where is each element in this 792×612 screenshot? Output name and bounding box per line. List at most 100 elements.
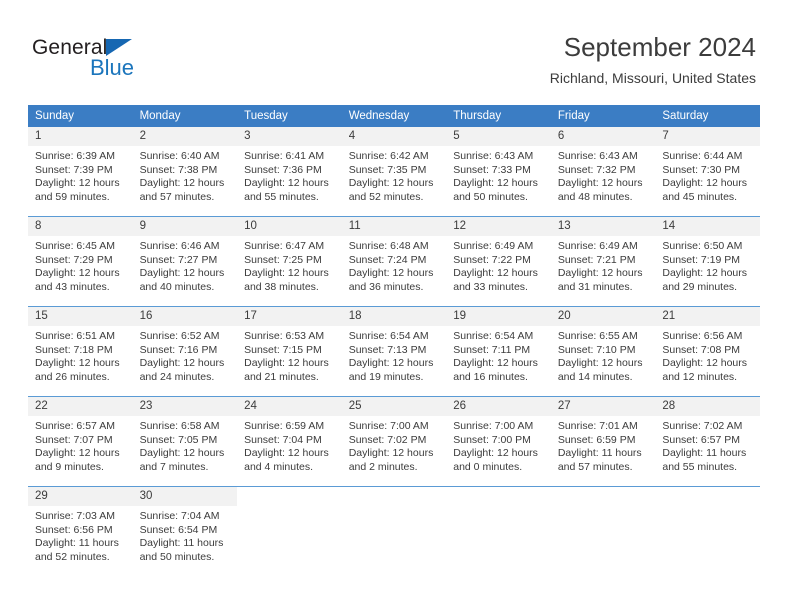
day-cell[interactable]: 9 Sunrise: 6:46 AM Sunset: 7:27 PM Dayli… — [132, 216, 238, 307]
day-cell[interactable]: 14 Sunrise: 6:50 AM Sunset: 7:19 PM Dayl… — [655, 216, 760, 307]
day-cell[interactable]: 24 Sunrise: 6:59 AM Sunset: 7:04 PM Dayl… — [237, 396, 342, 487]
day-number: 15 — [28, 307, 133, 326]
day-cell[interactable]: 16 Sunrise: 6:52 AM Sunset: 7:16 PM Dayl… — [132, 306, 238, 397]
day-number: 12 — [446, 217, 551, 236]
day-cell[interactable]: 30 Sunrise: 7:04 AM Sunset: 6:54 PM Dayl… — [132, 486, 238, 576]
day-details: Sunrise: 7:02 AM Sunset: 6:57 PM Dayligh… — [655, 416, 760, 474]
day-cell[interactable]: 6 Sunrise: 6:43 AM Sunset: 7:32 PM Dayli… — [550, 127, 656, 217]
day-details: Sunrise: 7:03 AM Sunset: 6:56 PM Dayligh… — [28, 506, 133, 564]
calendar-body: 1 Sunrise: 6:39 AM Sunset: 7:39 PM Dayli… — [28, 127, 760, 576]
daylight-text: Daylight: 12 hours and 57 minutes. — [139, 177, 225, 203]
day-number: 25 — [341, 397, 447, 416]
sunset-text: Sunset: 7:39 PM — [35, 163, 113, 176]
day-number: 9 — [132, 217, 238, 236]
sunset-text: Sunset: 6:54 PM — [139, 523, 218, 536]
logo-triangle-icon — [106, 39, 132, 56]
day-cell[interactable]: 11 Sunrise: 6:48 AM Sunset: 7:24 PM Dayl… — [341, 216, 447, 307]
weekday-header-wednesday: Wednesday — [341, 105, 447, 127]
day-details: Sunrise: 6:55 AM Sunset: 7:10 PM Dayligh… — [551, 326, 656, 384]
daylight-text: Daylight: 11 hours and 52 minutes. — [35, 537, 119, 563]
weekday-header-monday: Monday — [132, 105, 238, 127]
day-number: 14 — [655, 217, 760, 236]
day-number: 26 — [446, 397, 551, 416]
day-details: Sunrise: 6:58 AM Sunset: 7:05 PM Dayligh… — [133, 416, 238, 474]
day-cell[interactable]: 28 Sunrise: 7:02 AM Sunset: 6:57 PM Dayl… — [655, 396, 760, 487]
day-number — [550, 487, 656, 506]
day-details: Sunrise: 6:48 AM Sunset: 7:24 PM Dayligh… — [342, 236, 447, 294]
day-number: 11 — [341, 217, 447, 236]
weekday-header-friday: Friday — [550, 105, 656, 127]
day-cell[interactable]: 18 Sunrise: 6:54 AM Sunset: 7:13 PM Dayl… — [341, 306, 447, 397]
day-cell[interactable]: 1 Sunrise: 6:39 AM Sunset: 7:39 PM Dayli… — [28, 127, 133, 217]
daylight-text: Daylight: 12 hours and 29 minutes. — [662, 267, 748, 293]
day-cell[interactable]: 27 Sunrise: 7:01 AM Sunset: 6:59 PM Dayl… — [550, 396, 656, 487]
general-blue-logo[interactable]: General Blue — [32, 36, 252, 86]
sunset-text: Sunset: 7:02 PM — [348, 433, 427, 446]
day-number: 17 — [237, 307, 342, 326]
daylight-text: Daylight: 12 hours and 7 minutes. — [139, 447, 225, 473]
sunrise-text: Sunrise: 7:03 AM — [35, 510, 115, 522]
day-cell[interactable]: 17 Sunrise: 6:53 AM Sunset: 7:15 PM Dayl… — [237, 306, 342, 397]
day-cell[interactable]: 20 Sunrise: 6:55 AM Sunset: 7:10 PM Dayl… — [550, 306, 656, 397]
sunset-text: Sunset: 7:04 PM — [244, 433, 322, 446]
day-cell[interactable]: 25 Sunrise: 7:00 AM Sunset: 7:02 PM Dayl… — [341, 396, 447, 487]
day-cell[interactable]: 10 Sunrise: 6:47 AM Sunset: 7:25 PM Dayl… — [237, 216, 342, 307]
day-cell-empty — [550, 486, 656, 576]
sunrise-text: Sunrise: 6:57 AM — [35, 420, 115, 432]
day-cell[interactable]: 22 Sunrise: 6:57 AM Sunset: 7:07 PM Dayl… — [28, 396, 133, 487]
day-details: Sunrise: 6:47 AM Sunset: 7:25 PM Dayligh… — [237, 236, 342, 294]
day-details: Sunrise: 6:54 AM Sunset: 7:13 PM Dayligh… — [342, 326, 447, 384]
day-cell[interactable]: 4 Sunrise: 6:42 AM Sunset: 7:35 PM Dayli… — [341, 127, 447, 217]
day-cell[interactable]: 7 Sunrise: 6:44 AM Sunset: 7:30 PM Dayli… — [655, 127, 760, 217]
day-details: Sunrise: 6:51 AM Sunset: 7:18 PM Dayligh… — [28, 326, 133, 384]
sunset-text: Sunset: 7:35 PM — [348, 163, 427, 176]
day-cell[interactable]: 21 Sunrise: 6:56 AM Sunset: 7:08 PM Dayl… — [655, 306, 760, 397]
sunset-text: Sunset: 7:00 PM — [453, 433, 531, 446]
sunset-text: Sunset: 7:32 PM — [557, 163, 636, 176]
daylight-text: Daylight: 12 hours and 26 minutes. — [35, 357, 120, 383]
day-details: Sunrise: 6:40 AM Sunset: 7:38 PM Dayligh… — [133, 146, 238, 204]
day-number: 24 — [237, 397, 342, 416]
daylight-text: Daylight: 12 hours and 12 minutes. — [662, 357, 748, 383]
weekday-header-thursday: Thursday — [446, 105, 551, 127]
day-details: Sunrise: 6:54 AM Sunset: 7:11 PM Dayligh… — [446, 326, 551, 384]
day-cell[interactable]: 19 Sunrise: 6:54 AM Sunset: 7:11 PM Dayl… — [446, 306, 551, 397]
sunset-text: Sunset: 7:38 PM — [139, 163, 218, 176]
day-details: Sunrise: 6:49 AM Sunset: 7:21 PM Dayligh… — [551, 236, 656, 294]
sunrise-text: Sunrise: 6:54 AM — [453, 330, 534, 342]
day-cell[interactable]: 2 Sunrise: 6:40 AM Sunset: 7:38 PM Dayli… — [132, 127, 238, 217]
day-cell[interactable]: 29 Sunrise: 7:03 AM Sunset: 6:56 PM Dayl… — [28, 486, 133, 576]
daylight-text: Daylight: 12 hours and 52 minutes. — [348, 177, 434, 203]
day-cell[interactable]: 8 Sunrise: 6:45 AM Sunset: 7:29 PM Dayli… — [28, 216, 133, 307]
sunrise-text: Sunrise: 6:54 AM — [348, 330, 429, 342]
sunset-text: Sunset: 6:57 PM — [662, 433, 741, 446]
daylight-text: Daylight: 12 hours and 59 minutes. — [35, 177, 120, 203]
sunset-text: Sunset: 7:19 PM — [662, 253, 741, 266]
day-cell[interactable]: 26 Sunrise: 7:00 AM Sunset: 7:00 PM Dayl… — [446, 396, 551, 487]
day-number — [237, 487, 342, 506]
sunset-text: Sunset: 7:24 PM — [348, 253, 427, 266]
day-number: 27 — [550, 397, 656, 416]
day-cell[interactable]: 13 Sunrise: 6:49 AM Sunset: 7:21 PM Dayl… — [550, 216, 656, 307]
day-cell[interactable]: 3 Sunrise: 6:41 AM Sunset: 7:36 PM Dayli… — [237, 127, 342, 217]
day-cell[interactable]: 12 Sunrise: 6:49 AM Sunset: 7:22 PM Dayl… — [446, 216, 551, 307]
daylight-text: Daylight: 12 hours and 24 minutes. — [139, 357, 225, 383]
sunrise-text: Sunrise: 7:00 AM — [453, 420, 534, 432]
day-number: 2 — [132, 127, 238, 146]
daylight-text: Daylight: 12 hours and 55 minutes. — [244, 177, 329, 203]
sunset-text: Sunset: 7:11 PM — [453, 343, 531, 356]
sunrise-text: Sunrise: 6:41 AM — [244, 150, 325, 162]
day-cell[interactable]: 5 Sunrise: 6:43 AM Sunset: 7:33 PM Dayli… — [446, 127, 551, 217]
day-number: 8 — [28, 217, 133, 236]
day-details: Sunrise: 6:44 AM Sunset: 7:30 PM Dayligh… — [655, 146, 760, 204]
daylight-text: Daylight: 12 hours and 21 minutes. — [244, 357, 329, 383]
day-cell[interactable]: 23 Sunrise: 6:58 AM Sunset: 7:05 PM Dayl… — [132, 396, 238, 487]
sunrise-text: Sunrise: 7:01 AM — [557, 420, 638, 432]
title-block: September 2024 Richland, Missouri, Unite… — [550, 30, 756, 88]
sunset-text: Sunset: 7:25 PM — [244, 253, 322, 266]
sunset-text: Sunset: 7:30 PM — [662, 163, 741, 176]
day-cell[interactable]: 15 Sunrise: 6:51 AM Sunset: 7:18 PM Dayl… — [28, 306, 133, 397]
day-number: 16 — [132, 307, 238, 326]
daylight-text: Daylight: 12 hours and 43 minutes. — [35, 267, 120, 293]
sunset-text: Sunset: 6:59 PM — [557, 433, 636, 446]
